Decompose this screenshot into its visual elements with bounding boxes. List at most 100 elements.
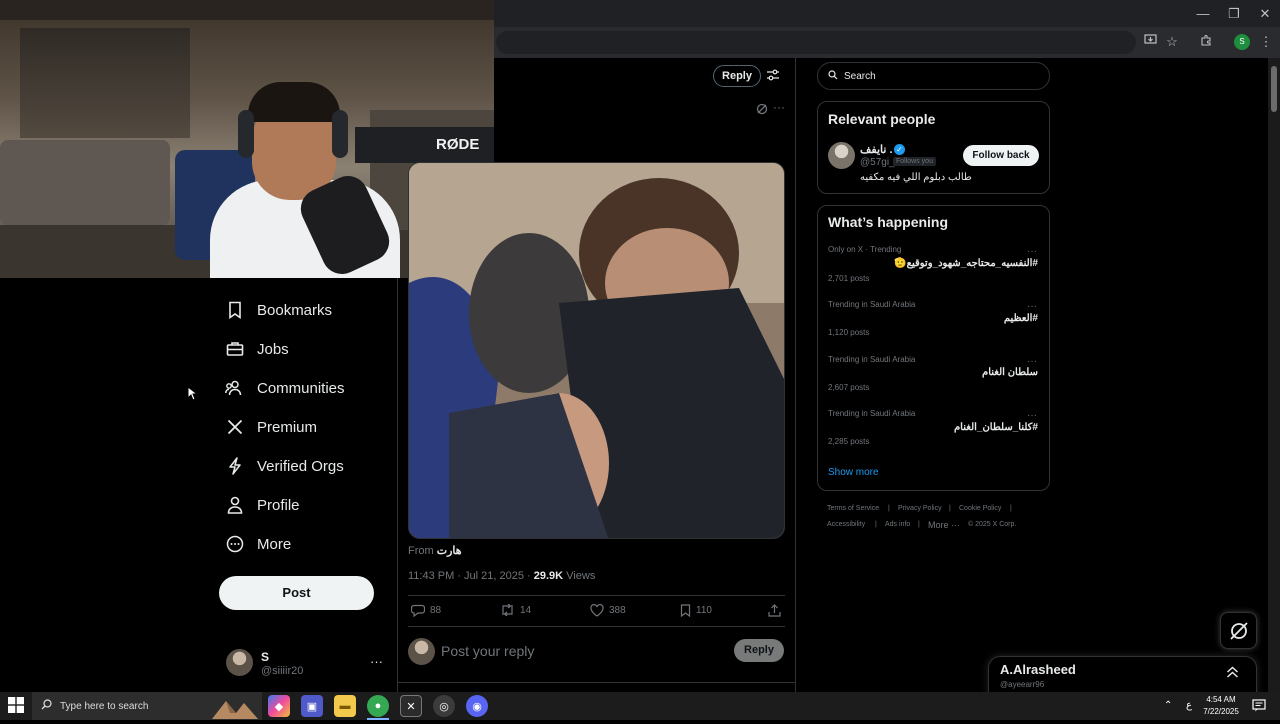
- page-scrollbar[interactable]: [1268, 58, 1280, 692]
- reply-action[interactable]: 88: [411, 602, 441, 618]
- close-button[interactable]: ✕: [1250, 5, 1280, 23]
- trend-count: 2,285 posts: [828, 437, 870, 446]
- xbox-app-icon[interactable]: ✕: [400, 695, 422, 717]
- messages-contact-handle: @ayeearr96: [1000, 680, 1045, 689]
- x-logo-icon: [224, 416, 246, 438]
- trend-name[interactable]: #العظيم: [1004, 313, 1038, 324]
- trend-more-icon[interactable]: ···: [1027, 301, 1037, 312]
- search-input[interactable]: Search: [817, 62, 1050, 90]
- notifications-icon[interactable]: [1252, 699, 1266, 717]
- bookmark-icon: [680, 603, 691, 617]
- chrome-app-icon[interactable]: ●: [367, 695, 389, 717]
- nav-label: Jobs: [257, 340, 289, 358]
- bookmark-action[interactable]: 110: [680, 602, 712, 618]
- source-name[interactable]: هارت: [437, 545, 462, 557]
- follow-back-button[interactable]: Follow back: [963, 145, 1039, 166]
- restore-button[interactable]: ❐: [1219, 5, 1249, 23]
- trend-name[interactable]: سلطان الغنام: [982, 367, 1038, 378]
- teams-app-icon[interactable]: ▣: [301, 695, 323, 717]
- trend-context: Trending in Saudi Arabia: [828, 300, 916, 309]
- mouse-cursor-icon: [187, 385, 199, 406]
- nav-verified-orgs[interactable]: Verified Orgs: [224, 451, 344, 481]
- star-icon[interactable]: ☆: [1162, 33, 1182, 51]
- retweet-action[interactable]: 14: [500, 602, 531, 618]
- account-more-icon[interactable]: ···: [370, 654, 383, 669]
- clock-date[interactable]: 7/22/2025: [1196, 707, 1246, 716]
- input-language[interactable]: ع: [1186, 700, 1192, 711]
- copilot-app-icon[interactable]: ◆: [268, 695, 290, 717]
- trend-more-icon[interactable]: ···: [1027, 246, 1037, 257]
- reply-input[interactable]: Post your reply: [441, 643, 534, 659]
- webcam-ceiling: [0, 0, 494, 20]
- nav-profile[interactable]: Profile: [224, 490, 300, 520]
- address-bar[interactable]: [496, 31, 1136, 54]
- tweet-more-icon[interactable]: ···: [773, 100, 785, 114]
- footer-separator: |: [888, 505, 890, 512]
- person-avatar[interactable]: [828, 142, 855, 169]
- discord-app-icon[interactable]: ◉: [466, 695, 488, 717]
- reply-button[interactable]: Reply: [734, 639, 784, 662]
- account-handle[interactable]: @siiiir20: [261, 665, 303, 677]
- footer-terms-link[interactable]: Terms of Service: [827, 505, 879, 512]
- tray-chevron-icon[interactable]: ⌃: [1164, 700, 1172, 711]
- taskbar-search-placeholder: Type here to search: [60, 700, 149, 712]
- tweet-media-video[interactable]: [408, 162, 785, 539]
- browser-profile-avatar[interactable]: S: [1234, 34, 1250, 50]
- footer-separator: |: [949, 505, 951, 512]
- follows-you-badge: Follows you: [893, 157, 936, 166]
- reply-sort-button[interactable]: Reply: [713, 65, 761, 87]
- nav-bookmarks[interactable]: Bookmarks: [224, 295, 332, 325]
- expand-icon[interactable]: [1226, 666, 1239, 681]
- tweet-views-label: Views: [566, 570, 596, 582]
- extensions-icon[interactable]: [1196, 33, 1216, 51]
- clock-time[interactable]: 4:54 AM: [1196, 695, 1246, 704]
- nav-label: Bookmarks: [257, 301, 333, 319]
- communities-icon: [224, 377, 246, 399]
- grok-button[interactable]: [1220, 612, 1257, 649]
- footer-copyright: © 2025 X Corp.: [968, 521, 1017, 528]
- footer-cookies-link[interactable]: Cookie Policy: [959, 505, 1001, 512]
- nav-more[interactable]: More: [224, 529, 291, 559]
- post-button[interactable]: Post: [219, 576, 374, 610]
- trend-more-icon[interactable]: ···: [1027, 410, 1037, 421]
- page-scrollbar-thumb[interactable]: [1271, 66, 1277, 112]
- footer-separator: |: [875, 521, 877, 528]
- account-name[interactable]: S: [261, 650, 269, 664]
- footer-more-link[interactable]: More ···: [928, 520, 960, 530]
- footer-accessibility-link[interactable]: Accessibility: [827, 521, 865, 528]
- like-action[interactable]: 388: [590, 602, 626, 618]
- footer-ads-link[interactable]: Ads info: [885, 521, 910, 528]
- retweet-icon: [502, 604, 513, 616]
- nav-jobs[interactable]: Jobs: [224, 334, 289, 364]
- footer-privacy-link[interactable]: Privacy Policy: [898, 505, 942, 512]
- person-name[interactable]: نايفف .: [860, 143, 893, 156]
- briefcase-icon: [224, 338, 246, 360]
- obs-app-icon[interactable]: ◎: [433, 695, 455, 717]
- account-avatar[interactable]: [226, 649, 253, 676]
- trend-name[interactable]: #النفسيه_محتاجه_شهود_وتوقيع🫡: [894, 258, 1038, 269]
- trend-count: 2,701 posts: [828, 274, 870, 283]
- person-handle[interactable]: @57gi_: [860, 157, 895, 168]
- webcam-headphone-left: [238, 110, 254, 158]
- minimize-button[interactable]: —: [1188, 5, 1218, 23]
- verified-badge-icon: ✓: [894, 144, 905, 155]
- trend-name[interactable]: #كلنا_سلطان_الغنام: [954, 422, 1038, 433]
- tweet-meta-line: 11:43 PM · Jul 21, 2025 · 29.9K Views: [408, 570, 596, 582]
- show-more-link[interactable]: Show more: [828, 467, 879, 478]
- messages-contact-name[interactable]: A.Alrasheed: [1000, 662, 1076, 677]
- trend-more-icon[interactable]: ···: [1027, 356, 1037, 367]
- windows-start-icon[interactable]: [8, 697, 24, 713]
- install-icon[interactable]: [1140, 33, 1160, 51]
- file-explorer-icon[interactable]: ▬: [334, 695, 356, 717]
- trend-count: 2,607 posts: [828, 383, 870, 392]
- webcam-hair: [248, 82, 340, 122]
- share-action[interactable]: [768, 602, 781, 618]
- reply-settings-icon[interactable]: [766, 68, 780, 87]
- nav-premium[interactable]: Premium: [224, 412, 317, 442]
- grok-explain-icon[interactable]: [756, 102, 768, 120]
- tweet-views-count: 29.9K: [533, 570, 564, 582]
- menu-icon[interactable]: ⋮: [1256, 33, 1276, 51]
- nav-communities[interactable]: Communities: [224, 373, 345, 403]
- tweet-timestamp[interactable]: 11:43 PM · Jul 21, 2025: [408, 570, 524, 582]
- grok-icon: [1229, 621, 1248, 640]
